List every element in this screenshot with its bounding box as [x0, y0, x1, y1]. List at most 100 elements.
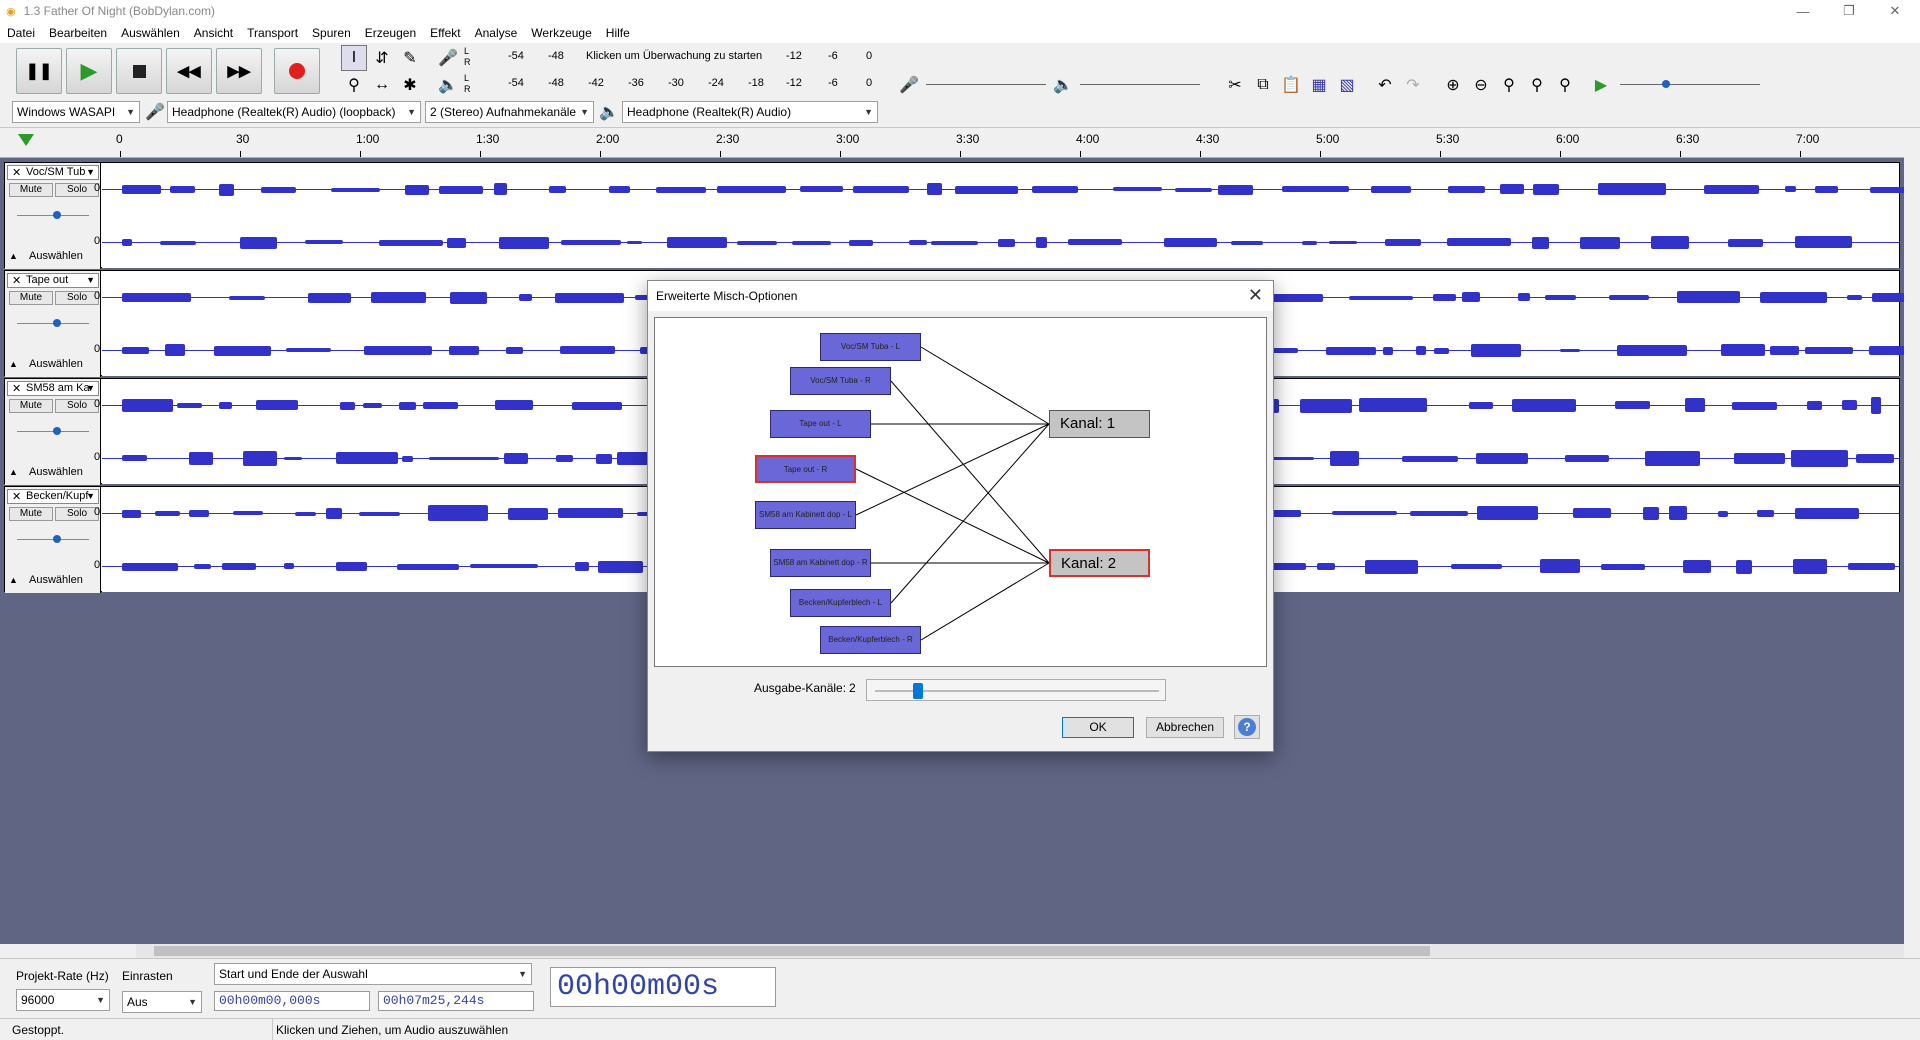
- gain-slider-thumb[interactable]: [53, 211, 61, 219]
- output-channels-slider[interactable]: [866, 679, 1166, 701]
- collapse-arrow-icon[interactable]: ▲: [9, 467, 18, 477]
- destination-channel-2[interactable]: Kanal: 2: [1049, 549, 1150, 577]
- zoom-tool[interactable]: ⚲: [341, 72, 367, 98]
- audio-position-display[interactable]: 00h00m00s: [550, 967, 776, 1007]
- menu-bearbeiten[interactable]: Bearbeiten: [49, 26, 107, 40]
- selection-start-time[interactable]: 00h00m00,000s: [214, 991, 370, 1011]
- menu-erzeugen[interactable]: Erzeugen: [365, 26, 416, 40]
- menu-hilfe[interactable]: Hilfe: [606, 26, 630, 40]
- collapse-arrow-icon[interactable]: ▲: [9, 575, 18, 585]
- track-select-button[interactable]: Auswählen: [29, 250, 83, 262]
- solo-button[interactable]: Solo: [55, 507, 99, 521]
- play-speed-slider[interactable]: [1620, 84, 1760, 85]
- input-device-select[interactable]: Headphone (Realtek(R) Audio) (loopback) ▼: [167, 101, 421, 123]
- pause-button[interactable]: ❚❚: [16, 48, 62, 94]
- host-select[interactable]: Windows WASAPI ▼: [12, 101, 140, 123]
- solo-button[interactable]: Solo: [55, 399, 99, 413]
- undo-button[interactable]: ↶: [1372, 72, 1398, 98]
- play-speed-thumb[interactable]: [1662, 80, 1670, 88]
- play-head-triangle-icon[interactable]: [18, 134, 34, 146]
- waveform-channel[interactable]: 0: [94, 217, 1899, 268]
- project-rate-select[interactable]: 96000 ▼: [16, 989, 110, 1011]
- record-meter[interactable]: L R -54 -48 Klicken um Überwachung zu st…: [464, 46, 876, 70]
- snap-select[interactable]: Aus ▼: [122, 991, 202, 1013]
- source-tape-r[interactable]: Tape out - R: [755, 455, 856, 483]
- mix-matrix-canvas[interactable]: Voc/SM Tuba - L Voc/SM Tuba - R Tape out…: [654, 317, 1267, 667]
- source-voc-l[interactable]: Voc/SM Tuba - L: [820, 333, 921, 361]
- source-tape-l[interactable]: Tape out - L: [770, 410, 871, 438]
- fit-project-button[interactable]: ⚲: [1524, 72, 1550, 98]
- paste-button[interactable]: 📋: [1278, 72, 1304, 98]
- play-at-speed-button[interactable]: ▶: [1588, 72, 1614, 98]
- menu-effekt[interactable]: Effekt: [430, 26, 460, 40]
- record-meter-hint[interactable]: Klicken um Überwachung zu starten: [586, 50, 762, 62]
- trim-button[interactable]: ▦: [1306, 72, 1332, 98]
- solo-button[interactable]: Solo: [55, 291, 99, 305]
- fit-selection-button[interactable]: ⚲: [1496, 72, 1522, 98]
- draw-tool[interactable]: ✎: [397, 45, 423, 71]
- close-window-button[interactable]: ✕: [1872, 0, 1918, 22]
- multi-tool[interactable]: ✱: [397, 72, 423, 98]
- cut-button[interactable]: ✂: [1222, 72, 1248, 98]
- waveform-channel[interactable]: 0: [94, 164, 1920, 215]
- timeline-ruler[interactable]: 0 30 1:00 1:30 2:00 2:30 3:00 3:30 4:00 4:30 5:00 5…: [0, 128, 1920, 158]
- play-button[interactable]: ▶: [66, 48, 112, 94]
- menu-werkzeuge[interactable]: Werkzeuge: [531, 26, 591, 40]
- cancel-button[interactable]: Abbrechen: [1146, 717, 1224, 738]
- slider-thumb[interactable]: [913, 683, 923, 699]
- track-select-button[interactable]: Auswählen: [29, 574, 83, 586]
- audio-track[interactable]: Voc/SM Tub ▼ ✕ Mute Solo ▲ Auswählen 0 0: [4, 162, 1920, 269]
- silence-button[interactable]: ▧: [1334, 72, 1360, 98]
- horizontal-scrollbar[interactable]: [136, 944, 1904, 958]
- output-device-select[interactable]: Headphone (Realtek(R) Audio) ▼: [622, 101, 878, 123]
- record-meter-mic-icon[interactable]: 🎤: [435, 45, 461, 71]
- source-becken-l[interactable]: Becken/Kupferblech - L: [790, 589, 891, 617]
- destination-channel-1[interactable]: Kanal: 1: [1049, 410, 1150, 438]
- play-volume-slider[interactable]: [1080, 84, 1200, 85]
- source-becken-r[interactable]: Becken/Kupferblech - R: [820, 626, 921, 654]
- help-button[interactable]: ?: [1234, 715, 1260, 739]
- solo-button[interactable]: Solo: [55, 183, 99, 197]
- envelope-tool[interactable]: ⇵: [369, 45, 395, 71]
- gain-slider-thumb[interactable]: [53, 535, 61, 543]
- playback-meter[interactable]: L R -54 -48 -42 -36 -30 -24 -18 -12 -6 0: [464, 73, 876, 97]
- collapse-arrow-icon[interactable]: ▲: [9, 251, 18, 261]
- track-select-button[interactable]: Auswählen: [29, 358, 83, 370]
- timeshift-tool[interactable]: ↔: [369, 72, 395, 98]
- zoom-in-button[interactable]: ⊕: [1440, 72, 1466, 98]
- source-sm58-r[interactable]: SM58 am Kabinett dop - R: [770, 549, 871, 577]
- track-close-icon[interactable]: ✕: [12, 382, 21, 395]
- skip-end-button[interactable]: ▶▶: [216, 48, 262, 94]
- redo-button[interactable]: ↷: [1400, 72, 1426, 98]
- record-volume-slider[interactable]: [926, 84, 1046, 85]
- stop-button[interactable]: [116, 48, 162, 94]
- gain-slider-thumb[interactable]: [53, 319, 61, 327]
- menu-spuren[interactable]: Spuren: [312, 26, 351, 40]
- close-icon[interactable]: ✕: [1248, 285, 1263, 306]
- gain-slider-thumb[interactable]: [53, 427, 61, 435]
- horizontal-scroll-thumb[interactable]: [154, 946, 1430, 956]
- copy-button[interactable]: ⧉: [1250, 72, 1276, 98]
- channels-select[interactable]: 2 (Stereo) Aufnahmekanäle ▼: [425, 101, 594, 123]
- track-select-button[interactable]: Auswählen: [29, 466, 83, 478]
- skip-start-button[interactable]: ◀◀: [166, 48, 212, 94]
- ok-button[interactable]: OK: [1062, 717, 1134, 738]
- menu-datei[interactable]: Datei: [7, 26, 35, 40]
- mute-button[interactable]: Mute: [9, 291, 53, 305]
- mute-button[interactable]: Mute: [9, 507, 53, 521]
- menu-transport[interactable]: Transport: [247, 26, 298, 40]
- selection-mode-select[interactable]: Start und Ende der Auswahl ▼: [214, 963, 532, 985]
- maximize-button[interactable]: ❐: [1826, 0, 1872, 22]
- mute-button[interactable]: Mute: [9, 183, 53, 197]
- source-voc-r[interactable]: Voc/SM Tuba - R: [790, 367, 891, 395]
- minimize-button[interactable]: —: [1780, 0, 1826, 22]
- zoom-toggle-button[interactable]: ⚲: [1552, 72, 1578, 98]
- collapse-arrow-icon[interactable]: ▲: [9, 359, 18, 369]
- track-close-icon[interactable]: ✕: [12, 490, 21, 503]
- zoom-out-button[interactable]: ⊖: [1468, 72, 1494, 98]
- mute-button[interactable]: Mute: [9, 399, 53, 413]
- source-sm58-l[interactable]: SM58 am Kabinett dop - L: [755, 501, 856, 529]
- track-close-icon[interactable]: ✕: [12, 274, 21, 287]
- vertical-scrollbar[interactable]: [1904, 128, 1920, 944]
- selection-tool[interactable]: I: [341, 45, 367, 71]
